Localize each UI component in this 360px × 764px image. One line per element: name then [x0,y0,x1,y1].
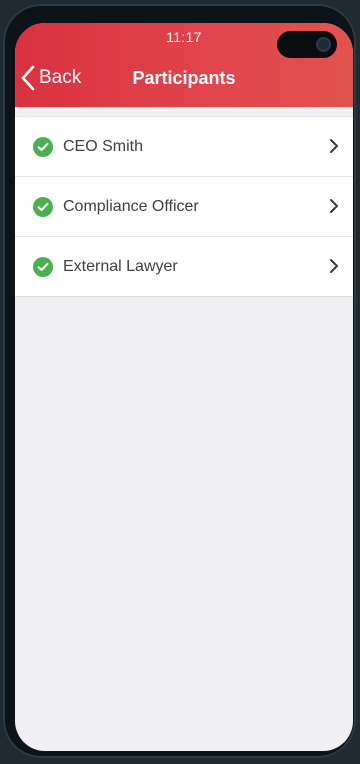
participant-name: Compliance Officer [63,197,199,215]
participant-row[interactable]: CEO Smith [15,117,353,176]
check-circle-icon [33,196,53,217]
phone-frame: 11:17 Back Participants CEO Smith Compli… [3,4,356,758]
participant-name: CEO Smith [63,137,144,155]
camera-lens-icon [318,39,329,50]
participant-row[interactable]: Compliance Officer [15,176,353,236]
nav-bar: 11:17 Back Participants [15,23,353,107]
participant-row[interactable]: External Lawyer [15,236,353,296]
check-circle-icon [33,256,53,277]
camera-cutout [277,31,337,58]
check-circle-icon [33,136,53,157]
chevron-right-icon [329,258,339,278]
app-screen: 11:17 Back Participants CEO Smith Compli… [15,23,353,751]
page-title: Participants [132,68,236,88]
chevron-right-icon [329,138,339,158]
chevron-right-icon [329,198,339,218]
participant-name: External Lawyer [63,257,178,275]
participants-list: CEO Smith Compliance Officer External La… [15,116,353,297]
